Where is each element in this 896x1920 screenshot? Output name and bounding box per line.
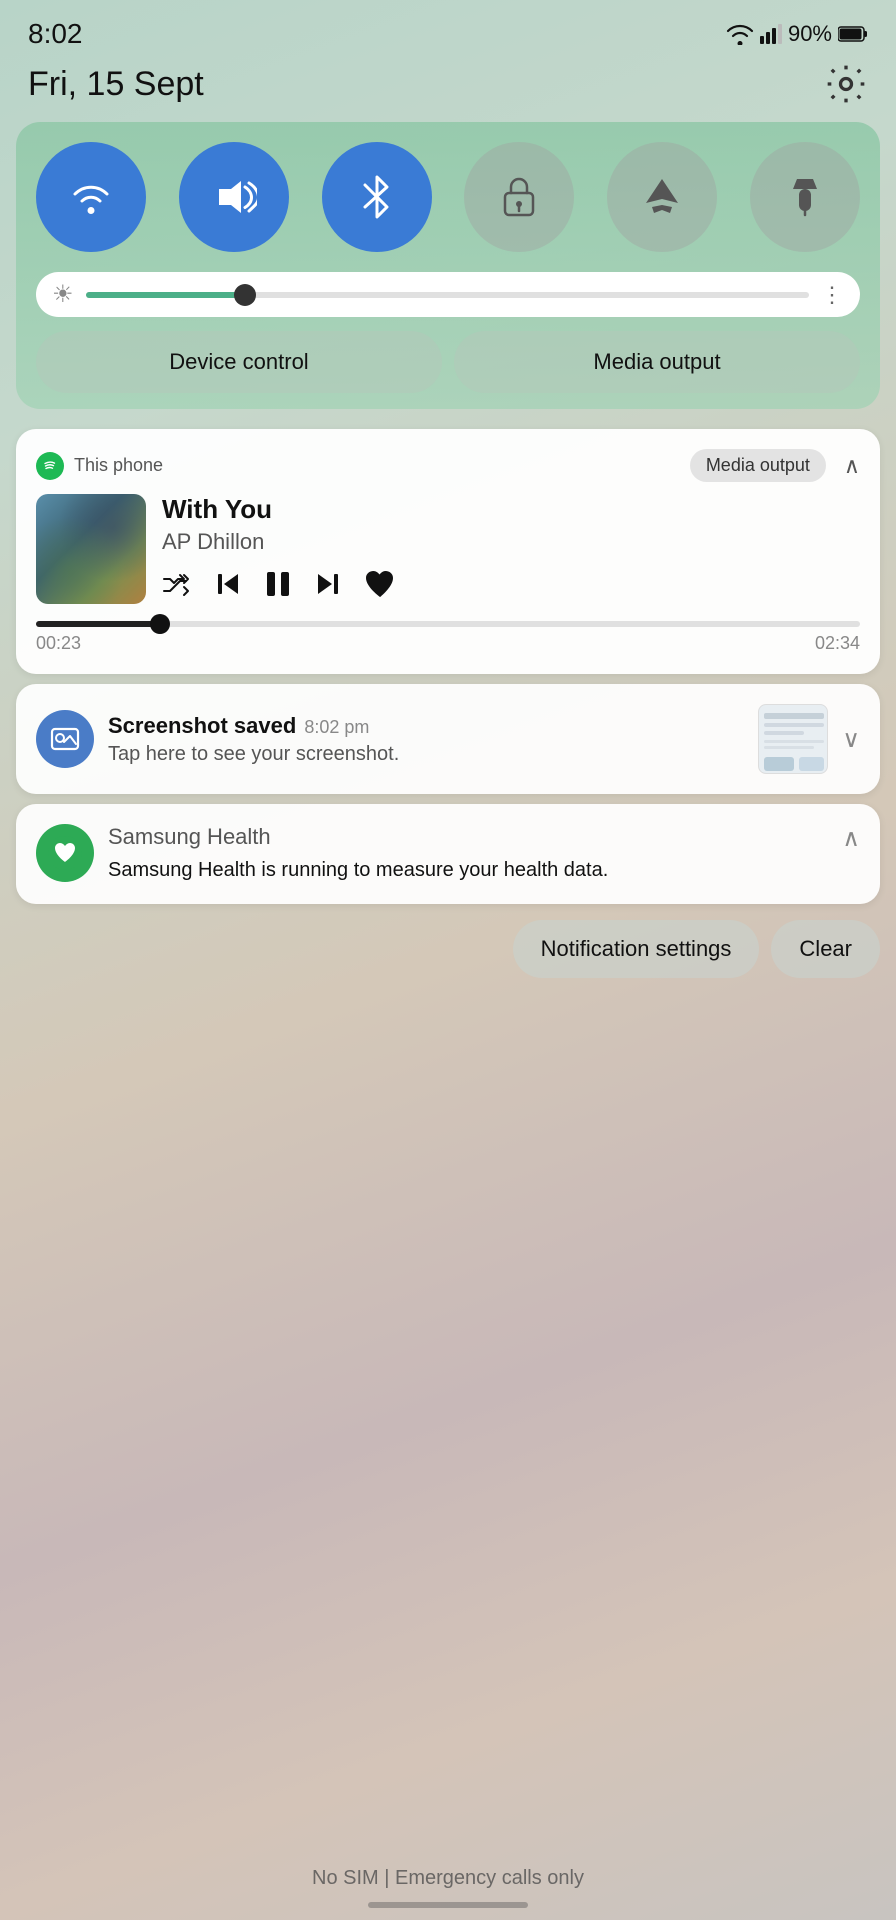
- samsung-health-card-inner: Samsung Health Samsung Health is running…: [36, 824, 860, 884]
- song-artist: AP Dhillon: [162, 529, 860, 555]
- brightness-icon: ☀: [52, 280, 74, 309]
- flashlight-toggle[interactable]: [750, 142, 860, 252]
- screenshot-body: Tap here to see your screenshot.: [108, 743, 744, 766]
- quick-settings-panel: ☀ ⋮ Device control Media output: [16, 122, 880, 409]
- next-button[interactable]: [314, 570, 342, 606]
- progress-area: 00:23 02:34: [36, 621, 860, 654]
- bottom-spacer: [0, 978, 896, 1378]
- media-header: This phone Media output ∧: [36, 449, 860, 482]
- screenshot-card-inner: Screenshot saved 8:02 pm Tap here to see…: [36, 704, 860, 774]
- media-controls: [162, 569, 860, 607]
- media-output-bottom-button[interactable]: Media output: [454, 331, 860, 393]
- screenshot-title: Screenshot saved: [108, 713, 296, 739]
- screen-lock-toggle[interactable]: [464, 142, 574, 252]
- album-art-image: [36, 494, 146, 604]
- media-player-card: This phone Media output ∧ With You AP Dh…: [16, 429, 880, 674]
- samsung-health-collapse-chevron[interactable]: ∧: [842, 824, 860, 884]
- brightness-slider-row[interactable]: ☀ ⋮: [36, 272, 860, 317]
- samsung-health-notification[interactable]: Samsung Health Samsung Health is running…: [16, 804, 880, 904]
- samsung-app-name: Samsung Health: [108, 824, 828, 850]
- screenshot-time: 8:02 pm: [304, 717, 369, 738]
- home-indicator[interactable]: [368, 1902, 528, 1908]
- progress-fill: [36, 621, 160, 627]
- progress-times: 00:23 02:34: [36, 633, 860, 654]
- clear-notifications-button[interactable]: Clear: [771, 920, 880, 978]
- status-bar: 8:02 90%: [0, 0, 896, 58]
- shuffle-button[interactable]: [162, 571, 192, 605]
- screenshot-notification-icon: [36, 710, 94, 768]
- brightness-menu-dots[interactable]: ⋮: [821, 282, 844, 308]
- screenshot-notification[interactable]: Screenshot saved 8:02 pm Tap here to see…: [16, 684, 880, 794]
- airplane-mode-toggle[interactable]: [607, 142, 717, 252]
- screenshot-title-row: Screenshot saved 8:02 pm: [108, 713, 744, 739]
- screenshot-notification-text: Screenshot saved 8:02 pm Tap here to see…: [108, 713, 744, 766]
- wifi-toggle[interactable]: [36, 142, 146, 252]
- album-art: [36, 494, 146, 604]
- media-source-label: This phone: [74, 455, 163, 476]
- brightness-fill: [86, 292, 245, 298]
- notification-settings-button[interactable]: Notification settings: [513, 920, 760, 978]
- previous-button[interactable]: [214, 570, 242, 606]
- sound-toggle[interactable]: [179, 142, 289, 252]
- pause-button[interactable]: [264, 569, 292, 607]
- date-row: Fri, 15 Sept: [0, 58, 896, 122]
- media-output-button[interactable]: Media output: [690, 449, 826, 482]
- like-button[interactable]: [364, 569, 396, 607]
- no-sim-bar: No SIM | Emergency calls only: [0, 1867, 896, 1890]
- notification-actions: Notification settings Clear: [16, 920, 880, 978]
- current-time: 00:23: [36, 633, 81, 654]
- brightness-thumb[interactable]: [234, 284, 256, 306]
- battery-icon: [838, 25, 868, 43]
- song-title: With You: [162, 494, 860, 525]
- media-collapse-chevron[interactable]: ∧: [844, 453, 860, 479]
- samsung-health-body: Samsung Health is running to measure you…: [108, 856, 828, 884]
- spotify-icon: [36, 452, 64, 480]
- samsung-health-text: Samsung Health Samsung Health is running…: [108, 824, 828, 884]
- settings-gear-icon[interactable]: [824, 62, 868, 106]
- status-icons: 90%: [726, 21, 868, 47]
- progress-track[interactable]: [36, 621, 860, 627]
- screenshot-expand-chevron[interactable]: ∨: [842, 725, 860, 754]
- device-control-button[interactable]: Device control: [36, 331, 442, 393]
- bluetooth-toggle[interactable]: [322, 142, 432, 252]
- progress-thumb[interactable]: [150, 614, 170, 634]
- brightness-track[interactable]: [86, 292, 809, 298]
- status-time: 8:02: [28, 18, 83, 50]
- device-media-row: Device control Media output: [36, 331, 860, 393]
- date-display: Fri, 15 Sept: [28, 65, 204, 104]
- battery-percent: 90%: [788, 21, 832, 47]
- samsung-health-icon: [36, 824, 94, 882]
- signal-icon: [760, 24, 782, 44]
- media-body: With You AP Dhillon: [36, 494, 860, 607]
- wifi-status-icon: [726, 23, 754, 45]
- total-time: 02:34: [815, 633, 860, 654]
- screenshot-thumbnail: [758, 704, 828, 774]
- media-header-left: This phone: [36, 452, 163, 480]
- media-info: With You AP Dhillon: [162, 494, 860, 607]
- notifications-area: This phone Media output ∧ With You AP Dh…: [16, 429, 880, 904]
- toggle-row: [36, 142, 860, 252]
- no-sim-text: No SIM | Emergency calls only: [312, 1867, 584, 1889]
